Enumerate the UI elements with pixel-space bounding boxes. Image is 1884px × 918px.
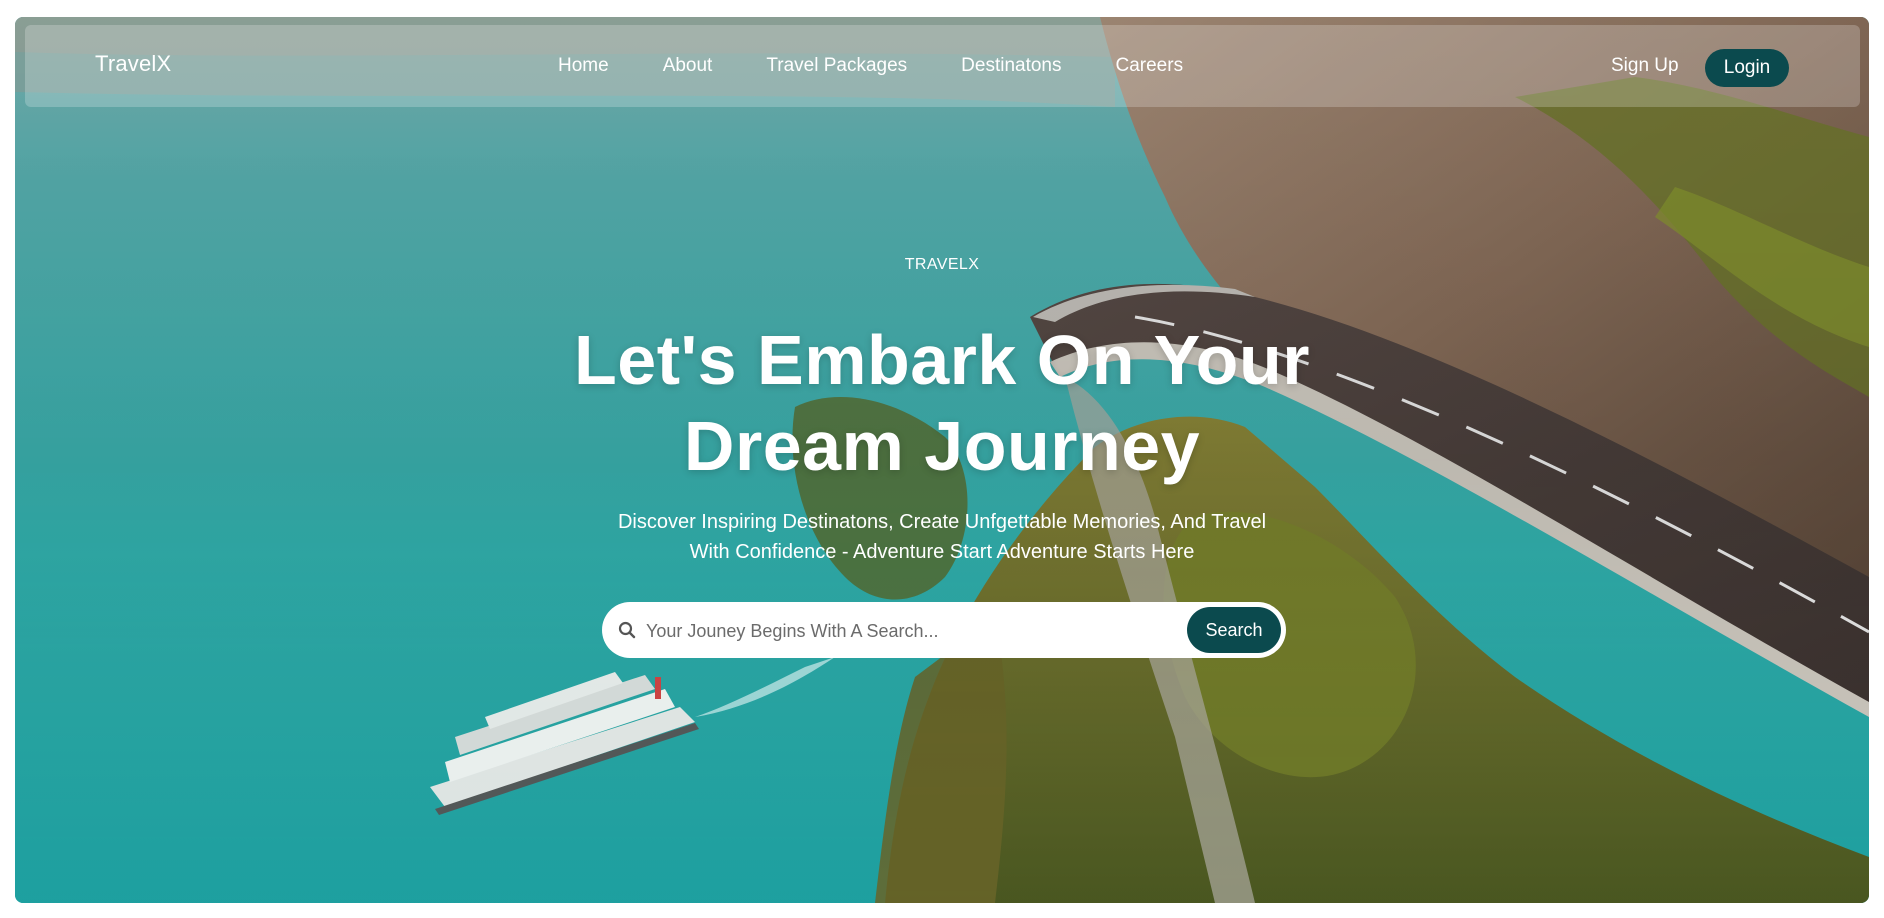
hero-headline-line1: Let's Embark On Your [574, 321, 1310, 399]
nav-link-about[interactable]: About [663, 55, 713, 77]
nav-link-careers[interactable]: Careers [1116, 55, 1184, 77]
hero-subline: Discover Inspiring Destinatons, Create U… [15, 507, 1869, 567]
nav-link-destinations[interactable]: Destinatons [961, 55, 1061, 77]
brand-logo[interactable]: TravelX [95, 51, 171, 77]
sign-up-link[interactable]: Sign Up [1611, 55, 1679, 77]
login-button[interactable]: Login [1705, 49, 1789, 87]
search-bar: Search [602, 602, 1286, 658]
hero-headline-line2: Dream Journey [683, 407, 1201, 485]
nav-link-travel-packages[interactable]: Travel Packages [766, 55, 907, 77]
nav-link-home[interactable]: Home [558, 55, 609, 77]
hero-headline: Let's Embark On Your Dream Journey [15, 317, 1869, 489]
nav-links: Home About Travel Packages Destinatons C… [558, 55, 1183, 77]
search-input[interactable] [644, 610, 1168, 652]
search-icon [618, 621, 636, 639]
hero-section: TravelX Home About Travel Packages Desti… [15, 17, 1869, 903]
search-button[interactable]: Search [1187, 607, 1281, 653]
hero-subline-line1: Discover Inspiring Destinatons, Create U… [617, 511, 1267, 533]
hero-subline-line2: With Confidence - Adventure Start Advent… [689, 541, 1195, 563]
hero-eyebrow: TRAVELX [904, 256, 980, 273]
navbar: TravelX Home About Travel Packages Desti… [25, 25, 1860, 107]
